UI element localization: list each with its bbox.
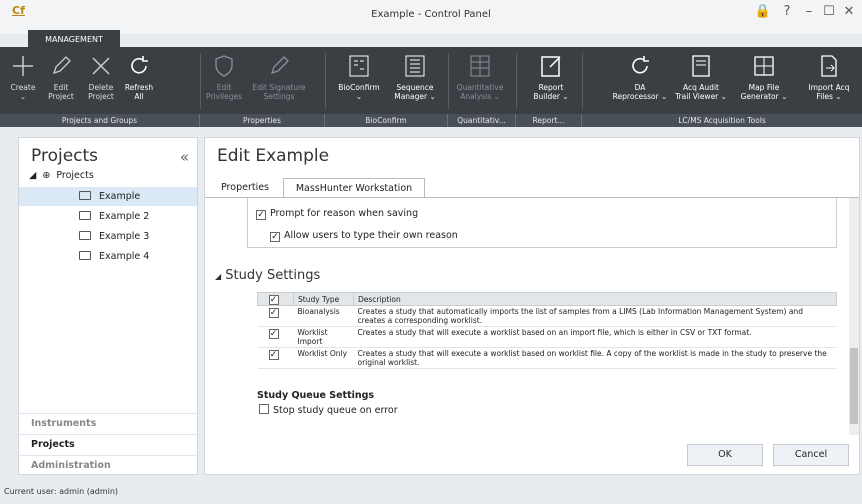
- edit-project-button[interactable]: Edit Project: [44, 53, 78, 101]
- import-acq-files-button[interactable]: Import Acq Files ⌄: [802, 53, 856, 101]
- folder-icon: [79, 251, 91, 260]
- select-all-checkbox[interactable]: ✓: [268, 294, 279, 305]
- group-quantitative: Quantitativ...: [448, 114, 516, 127]
- create-button[interactable]: Create ⌄: [6, 53, 40, 101]
- settings-scroll-area[interactable]: ✓ Prompt for reason when saving ✓ Allow us…: [205, 198, 859, 435]
- title-bar: Cf Example - Control Panel 🔒 ? – ☐ ✕: [0, 0, 862, 34]
- minimize-icon[interactable]: –: [798, 4, 820, 19]
- collapse-icon[interactable]: «: [180, 148, 189, 166]
- shield-icon: [215, 55, 233, 77]
- stop-queue-option[interactable]: Stop study queue on error: [259, 404, 398, 416]
- tree-item-example-3[interactable]: Example 3: [19, 227, 197, 246]
- tree-item-example-4[interactable]: Example 4: [19, 247, 197, 266]
- study-queue-settings-title: Study Queue Settings: [257, 390, 375, 401]
- group-properties: Properties: [200, 114, 325, 127]
- edit-pane: Edit Example Properties MassHunter Works…: [204, 137, 860, 475]
- sequence-manager-button[interactable]: Sequence Manager ⌄: [388, 53, 442, 101]
- report-icon: [541, 56, 561, 77]
- folder-icon: [79, 211, 91, 220]
- tree-item-example-2[interactable]: Example 2: [19, 207, 197, 226]
- group-bioconfirm: BioConfirm: [325, 114, 448, 127]
- pencil-icon: [270, 56, 289, 75]
- edit-privileges-button[interactable]: Edit Privileges: [204, 53, 244, 101]
- tree-root-projects[interactable]: ◢ ⊕ Projects: [29, 170, 94, 181]
- tab-properties[interactable]: Properties: [215, 178, 275, 198]
- table-row[interactable]: ✓ Worklist Only Creates a study that wil…: [257, 347, 837, 369]
- table-row[interactable]: ✓ Bioanalysis Creates a study that autom…: [257, 305, 837, 327]
- map-icon: [754, 56, 774, 76]
- ok-button[interactable]: OK: [687, 444, 763, 466]
- prompt-reason-option[interactable]: ✓ Prompt for reason when saving: [256, 208, 418, 220]
- cancel-button[interactable]: Cancel: [773, 444, 849, 466]
- scrollbar-thumb[interactable]: [850, 348, 858, 424]
- row-checkbox[interactable]: ✓: [268, 329, 279, 339]
- edit-signature-settings-button[interactable]: Edit Signature Settings: [250, 53, 308, 101]
- window-title: Example - Control Panel: [371, 9, 491, 20]
- sequence-icon: [405, 55, 425, 77]
- tree-item-example[interactable]: Example: [19, 187, 197, 206]
- vertical-scrollbar[interactable]: [849, 198, 859, 435]
- group-projects-and-groups: Projects and Groups: [0, 114, 200, 127]
- ribbon-groups: Projects and Groups Properties BioConfir…: [0, 114, 862, 127]
- expand-arrow-icon[interactable]: ◢: [29, 170, 36, 181]
- nav-instruments[interactable]: Instruments: [19, 413, 197, 432]
- row-checkbox[interactable]: ✓: [268, 350, 279, 360]
- map-file-generator-button[interactable]: Map File Generator ⌄: [738, 53, 790, 101]
- study-settings-header[interactable]: ◢ Study Settings: [215, 268, 320, 283]
- study-type-table: ✓ Study Type Description ✓ Bioanalysis C…: [257, 292, 837, 369]
- da-reprocessor-button[interactable]: DA Reprocessor ⌄: [612, 53, 668, 101]
- col-description[interactable]: Description: [353, 292, 837, 306]
- group-lcms-acquisition-tools: LC/MS Acquisition Tools: [678, 116, 766, 125]
- x-icon: [92, 57, 110, 75]
- pencil-icon: [52, 56, 71, 75]
- close-icon[interactable]: ✕: [838, 4, 860, 19]
- tab-masshunter-workstation[interactable]: MassHunter Workstation: [283, 178, 425, 198]
- ribbon: Create ⌄ Edit Project Delete Project Refres…: [0, 47, 862, 127]
- quant-icon: [470, 55, 490, 77]
- import-icon: [821, 55, 837, 77]
- maximize-icon[interactable]: ☐: [818, 4, 840, 19]
- audit-icon: [692, 55, 710, 77]
- allow-type-reason-checkbox[interactable]: ✓: [270, 232, 280, 242]
- page-title: Edit Example: [217, 146, 330, 166]
- folder-icon: [79, 231, 91, 240]
- delete-project-button[interactable]: Delete Project: [84, 53, 118, 101]
- bioconfirm-icon: [349, 55, 369, 77]
- globe-icon: ⊕: [42, 170, 51, 181]
- projects-title: Projects: [31, 146, 99, 166]
- group-report: Report...: [516, 114, 582, 127]
- col-study-type[interactable]: Study Type: [293, 292, 354, 306]
- lock-icon[interactable]: 🔒: [752, 4, 774, 19]
- projects-pane: Projects « ◢ ⊕ Projects Example Example …: [18, 137, 198, 475]
- help-icon[interactable]: ?: [776, 4, 798, 19]
- refresh-icon: [131, 56, 148, 74]
- report-builder-button[interactable]: Report Builder ⌄: [530, 53, 572, 101]
- bioconfirm-button[interactable]: BioConfirm ⌄: [334, 53, 384, 101]
- prompt-reason-checkbox[interactable]: ✓: [256, 210, 266, 220]
- stop-queue-checkbox[interactable]: [259, 404, 269, 414]
- collapse-arrow-icon[interactable]: ◢: [215, 272, 221, 281]
- quantitative-analysis-button[interactable]: Quantitative Analysis ⌄: [452, 53, 508, 101]
- acq-audit-trail-viewer-button[interactable]: Acq Audit Trail Viewer ⌄: [672, 53, 730, 101]
- table-row[interactable]: ✓ Worklist Import Creates a study that w…: [257, 326, 837, 348]
- nav-administration[interactable]: Administration: [19, 455, 197, 474]
- plus-icon: [13, 56, 33, 76]
- reprocess-icon: [632, 56, 649, 74]
- row-checkbox[interactable]: ✓: [268, 308, 279, 318]
- refresh-all-button[interactable]: Refresh All: [122, 53, 156, 101]
- allow-type-reason-option[interactable]: ✓ Allow users to type their own reason: [270, 230, 458, 242]
- folder-icon: [79, 191, 91, 200]
- nav-projects[interactable]: Projects: [19, 434, 197, 453]
- status-bar: Current user: admin (admin): [4, 487, 119, 496]
